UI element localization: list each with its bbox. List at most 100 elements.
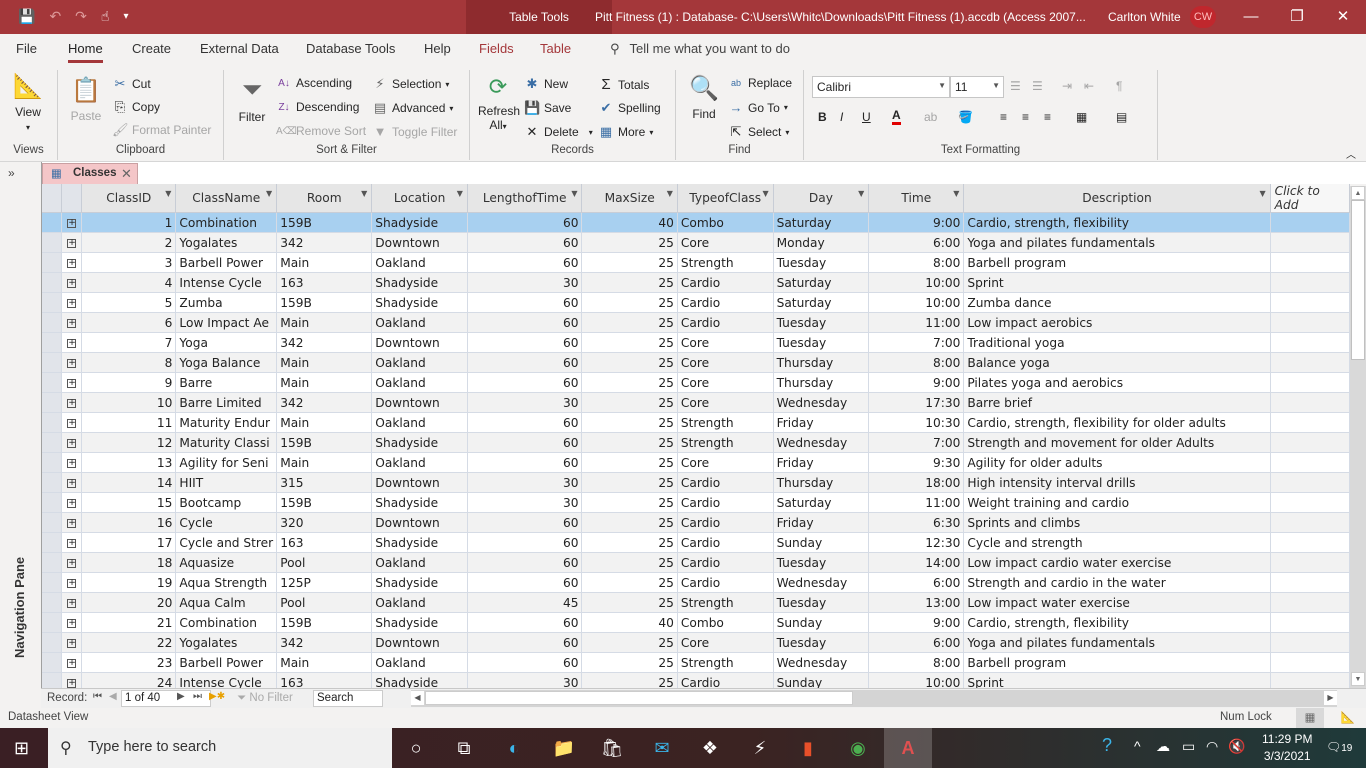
record-selector[interactable] xyxy=(42,472,63,493)
cell-classname[interactable]: Yogalates xyxy=(175,632,278,653)
column-dropdown-icon[interactable]: ▼ xyxy=(266,189,272,198)
cell-click-to-add[interactable] xyxy=(1270,492,1350,513)
cell-typeofclass[interactable]: Core xyxy=(677,632,774,653)
cell-typeofclass[interactable]: Cardio xyxy=(677,532,774,553)
cell-time[interactable]: 8:00 xyxy=(868,652,965,673)
cell-click-to-add[interactable] xyxy=(1270,432,1350,453)
cell-location[interactable]: Downtown xyxy=(371,632,468,653)
cell-description[interactable]: Barre brief xyxy=(963,392,1271,413)
cell-time[interactable]: 9:00 xyxy=(868,372,965,393)
cell-time[interactable]: 6:00 xyxy=(868,572,965,593)
cell-click-to-add[interactable] xyxy=(1270,392,1350,413)
font-size-select[interactable]: 11 ▼ xyxy=(950,76,1004,98)
cell-typeofclass[interactable]: Core xyxy=(677,372,774,393)
cell-day[interactable]: Tuesday xyxy=(773,592,870,613)
cell-click-to-add[interactable] xyxy=(1270,272,1350,293)
filter-button[interactable]: ⏷ Filter xyxy=(234,74,270,124)
cell-click-to-add[interactable] xyxy=(1270,312,1350,333)
cell-room[interactable]: 159B xyxy=(276,212,373,233)
cell-location[interactable]: Oakland xyxy=(371,352,468,373)
cell-classname[interactable]: Zumba xyxy=(175,292,278,313)
cell-click-to-add[interactable] xyxy=(1270,412,1350,433)
new-record-button[interactable]: ✱ New xyxy=(524,76,568,92)
cell-location[interactable]: Shadyside xyxy=(371,492,468,513)
cell-lengthoftime[interactable]: 60 xyxy=(467,412,583,433)
cell-time[interactable]: 10:00 xyxy=(868,272,965,293)
selection-button[interactable]: ⚡ Selection ▾ xyxy=(372,76,449,92)
cell-day[interactable]: Friday xyxy=(773,512,870,533)
expand-subdatasheet[interactable]: + xyxy=(61,412,83,433)
cell-lengthoftime[interactable]: 60 xyxy=(467,632,583,653)
cell-classname[interactable]: Barre xyxy=(175,372,278,393)
save-icon[interactable]: 💾 xyxy=(18,8,35,25)
table-row[interactable]: +17 Cycle and Strer 163 Shadyside 60 25 Cardio… xyxy=(42,532,1350,553)
touch-mode-icon[interactable]: ☝ xyxy=(101,8,110,25)
onedrive-icon[interactable]: ☁ xyxy=(1156,738,1170,755)
cell-maxsize[interactable]: 25 xyxy=(581,432,678,453)
table-row[interactable]: +12 Maturity Classi 159B Shadyside 60 25 Stren… xyxy=(42,432,1350,453)
column-header[interactable]: TypeofClass ▼ xyxy=(677,184,774,213)
expand-subdatasheet[interactable]: + xyxy=(61,352,83,373)
cut-button[interactable]: ✂ Cut xyxy=(112,76,151,92)
record-selector[interactable] xyxy=(42,512,63,533)
record-selector[interactable] xyxy=(42,312,63,333)
cell-maxsize[interactable]: 25 xyxy=(581,412,678,433)
column-header[interactable]: ClassName ▼ xyxy=(175,184,278,213)
cell-classid[interactable]: 16 xyxy=(81,512,177,533)
expand-subdatasheet[interactable]: + xyxy=(61,492,83,513)
save-record-button[interactable]: 💾 Save xyxy=(524,100,571,116)
column-header[interactable]: LengthofTime ▼ xyxy=(467,184,583,213)
notifications-icon[interactable]: 🗨19 xyxy=(1326,740,1352,754)
undo-icon[interactable]: ↶ xyxy=(49,8,61,25)
cell-typeofclass[interactable]: Strength xyxy=(677,432,774,453)
cell-lengthoftime[interactable]: 60 xyxy=(467,252,583,273)
dropbox-icon[interactable]: ❖ xyxy=(692,734,728,762)
cell-classname[interactable]: Yoga Balance xyxy=(175,352,278,373)
cell-time[interactable]: 6:30 xyxy=(868,512,965,533)
record-selector[interactable] xyxy=(42,572,63,593)
table-row[interactable]: +18 Aquasize Pool Oakland 60 25 Cardio Tuesday 1… xyxy=(42,552,1350,573)
cell-lengthoftime[interactable]: 60 xyxy=(467,232,583,253)
table-row[interactable]: +4 Intense Cycle 163 Shadyside 30 25 Cardio Sat… xyxy=(42,272,1350,293)
cell-classname[interactable]: Aqua Calm xyxy=(175,592,278,613)
table-row[interactable]: +9 Barre Main Oakland 60 25 Core Thursday 9:00 Pi… xyxy=(42,372,1350,393)
cell-click-to-add[interactable] xyxy=(1270,372,1350,393)
record-selector[interactable] xyxy=(42,412,63,433)
app-icon[interactable]: ⚡ xyxy=(742,734,778,762)
cell-room[interactable]: Main xyxy=(276,352,373,373)
decrease-indent-button[interactable]: ⇤ xyxy=(1084,79,1094,93)
cell-description[interactable]: Sprint xyxy=(963,672,1271,688)
rtl-button[interactable]: ¶ xyxy=(1116,79,1122,93)
cell-click-to-add[interactable] xyxy=(1270,572,1350,593)
office-icon[interactable]: ▮ xyxy=(790,734,826,762)
cell-click-to-add[interactable] xyxy=(1270,552,1350,573)
cell-lengthoftime[interactable]: 60 xyxy=(467,312,583,333)
cell-day[interactable]: Sunday xyxy=(773,672,870,688)
cell-click-to-add[interactable] xyxy=(1270,612,1350,633)
cell-click-to-add[interactable] xyxy=(1270,352,1350,373)
table-row[interactable]: +11 Maturity Endur Main Oakland 60 25 Strength… xyxy=(42,412,1350,433)
expand-subdatasheet[interactable]: + xyxy=(61,432,83,453)
next-record-icon[interactable]: ▶ xyxy=(177,691,185,702)
table-row[interactable]: +15 Bootcamp 159B Shadyside 30 25 Cardio Saturd… xyxy=(42,492,1350,513)
cell-click-to-add[interactable] xyxy=(1270,332,1350,353)
align-left-button[interactable]: ≡ xyxy=(1000,110,1007,124)
cell-classname[interactable]: HIIT xyxy=(175,472,278,493)
cell-click-to-add[interactable] xyxy=(1270,472,1350,493)
cell-location[interactable]: Shadyside xyxy=(371,292,468,313)
record-selector[interactable] xyxy=(42,632,63,653)
cell-time[interactable]: 7:00 xyxy=(868,432,965,453)
cell-typeofclass[interactable]: Cardio xyxy=(677,672,774,688)
cell-maxsize[interactable]: 25 xyxy=(581,452,678,473)
cell-maxsize[interactable]: 25 xyxy=(581,472,678,493)
cell-classid[interactable]: 11 xyxy=(81,412,177,433)
column-dropdown-icon[interactable]: ▼ xyxy=(953,189,959,198)
cell-time[interactable]: 10:00 xyxy=(868,292,965,313)
record-selector[interactable] xyxy=(42,532,63,553)
cell-location[interactable]: Oakland xyxy=(371,412,468,433)
paste-button[interactable]: 📋 Paste xyxy=(66,76,106,123)
cell-description[interactable]: Agility for older adults xyxy=(963,452,1271,473)
cell-classname[interactable]: Agility for Seni xyxy=(175,452,278,473)
record-selector[interactable] xyxy=(42,492,63,513)
cell-classid[interactable]: 4 xyxy=(81,272,177,293)
